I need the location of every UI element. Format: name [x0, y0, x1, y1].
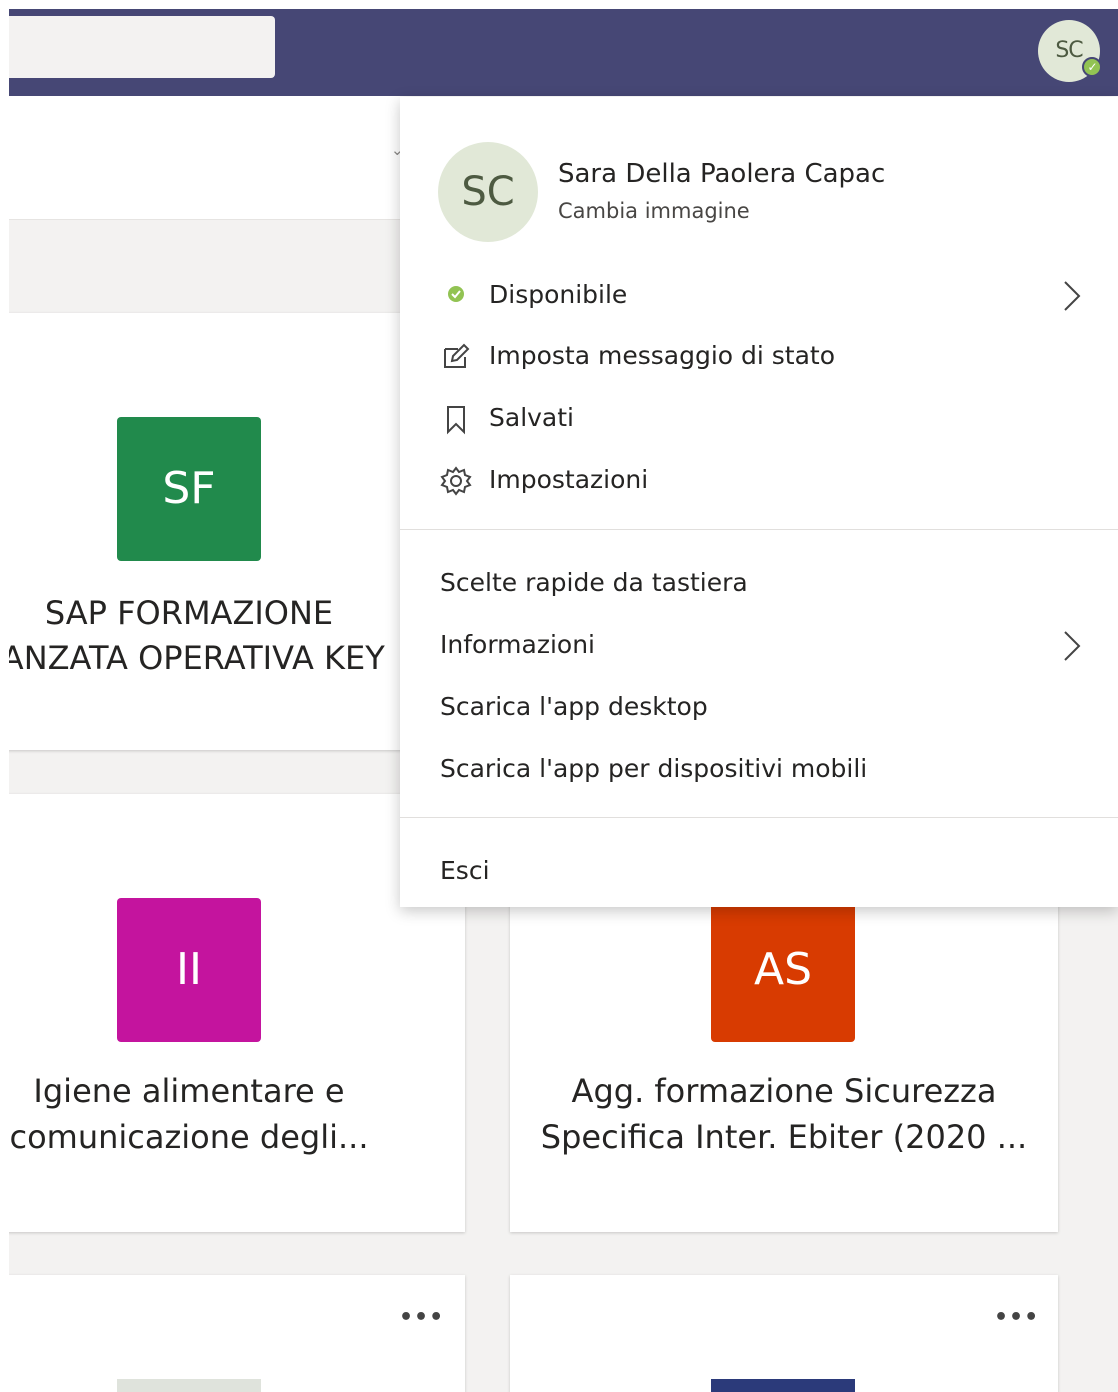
more-options-icon[interactable]: ••• [399, 1305, 444, 1330]
user-name: Sara Della Paolera Capac [558, 159, 886, 189]
set-status-message-label: Imposta messaggio di stato [489, 341, 836, 370]
team-tile-as: AS [711, 898, 855, 1042]
team-name: 'ANZATA OPERATIVA KEY [9, 635, 413, 681]
download-desktop-item[interactable]: Scarica l'app desktop [400, 680, 1118, 736]
avatar-initials: SC [461, 169, 515, 215]
flag-image-icon [711, 1379, 855, 1392]
team-tile-ii: II [117, 898, 261, 1042]
presence-badge: ✓ [1082, 57, 1102, 77]
profile-avatar-button[interactable]: SC ✓ [1038, 20, 1102, 82]
top-bar: SC ✓ [9, 9, 1118, 96]
edit-status-icon [444, 343, 470, 368]
team-name-line1: Agg. formazione Sicurezza [571, 1072, 997, 1110]
team-image-icon [117, 1379, 261, 1392]
about-label: Informazioni [440, 630, 595, 659]
download-desktop-label: Scarica l'app desktop [440, 692, 708, 721]
saved-label: Salvati [489, 403, 574, 432]
team-card[interactable]: ••• [9, 1275, 465, 1392]
team-name: SAP FORMAZIONE [9, 590, 379, 636]
bookmark-icon [447, 406, 465, 435]
chevron-right-icon [1064, 281, 1081, 311]
set-status-message-item[interactable]: Imposta messaggio di stato [400, 329, 1118, 385]
settings-label: Impostazioni [489, 465, 649, 494]
profile-menu: SC Sara Della Paolera Capac Cambia immag… [400, 97, 1118, 907]
menu-divider [400, 817, 1118, 818]
avatar-initials: SC [1055, 38, 1083, 63]
team-initials: SF [162, 463, 216, 514]
team-card[interactable]: ••• [510, 1275, 1058, 1392]
download-mobile-item[interactable]: Scarica l'app per dispositivi mobili [400, 742, 1118, 798]
team-initials: II [176, 944, 202, 995]
team-tile-sf: SF [117, 417, 261, 561]
chevron-right-icon [1064, 631, 1081, 661]
change-image-link[interactable]: Cambia immagine [558, 199, 750, 223]
status-label: Disponibile [489, 280, 628, 309]
team-name-line1: Igiene alimentare e [33, 1072, 345, 1110]
keyboard-shortcuts-item[interactable]: Scelte rapide da tastiera [400, 556, 1118, 612]
team-card[interactable]: II Igiene alimentare e comunicazione deg… [9, 794, 465, 1232]
teams-window: SC ✓ ⌄ SF SAP FORMAZIONE 'ANZATA OPERATI… [9, 9, 1118, 1392]
sign-out-item[interactable]: Esci [400, 844, 1118, 900]
keyboard-shortcuts-label: Scelte rapide da tastiera [440, 568, 748, 597]
settings-item[interactable]: Impostazioni [400, 453, 1118, 509]
saved-item[interactable]: Salvati [400, 391, 1118, 447]
search-box[interactable] [9, 16, 275, 78]
team-name-line2: 'ANZATA OPERATIVA KEY [9, 639, 385, 677]
gear-icon [440, 466, 472, 496]
menu-divider [400, 529, 1118, 530]
team-name-line2: Specifica Inter. Ebiter (2020 ... [540, 1118, 1028, 1156]
about-item[interactable]: Informazioni [400, 618, 1118, 674]
status-dot-icon [448, 286, 464, 302]
more-options-icon[interactable]: ••• [994, 1305, 1039, 1330]
team-name-line1: SAP FORMAZIONE [44, 594, 334, 632]
status-menu-item[interactable]: Disponibile [400, 268, 1118, 324]
menu-avatar[interactable]: SC [438, 142, 538, 242]
team-name-line2: comunicazione degli... [9, 1118, 369, 1156]
download-mobile-label: Scarica l'app per dispositivi mobili [440, 754, 868, 783]
sign-out-label: Esci [440, 856, 490, 885]
team-initials: AS [753, 944, 813, 995]
